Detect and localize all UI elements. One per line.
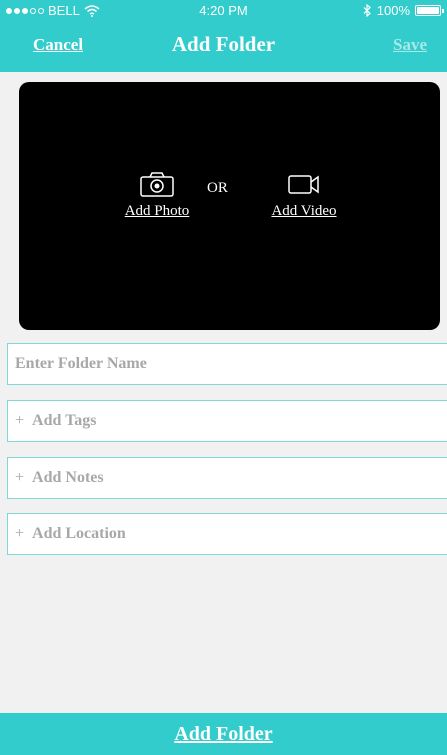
add-video-label: Add Video xyxy=(271,203,337,219)
add-photo-button[interactable]: Add Photo xyxy=(110,171,204,220)
or-separator: OR xyxy=(207,180,228,196)
media-options: Add Photo OR Add Video xyxy=(19,171,440,231)
status-bar: BELL 4:20 PM 100% xyxy=(0,0,447,22)
save-button[interactable]: Save xyxy=(393,35,427,55)
header: BELL 4:20 PM 100% Cancel Add Folder Save xyxy=(0,0,447,72)
battery-icon xyxy=(415,5,444,16)
media-preview: Add Photo OR Add Video xyxy=(19,82,440,330)
add-notes-label: Add Notes xyxy=(32,469,104,486)
add-photo-label: Add Photo xyxy=(124,203,190,219)
add-folder-button[interactable]: Add Folder xyxy=(0,713,447,755)
add-tags-label: Add Tags xyxy=(32,412,97,429)
status-right: 100% xyxy=(363,3,444,18)
nav-bar: Cancel Add Folder Save xyxy=(0,30,447,64)
plus-icon: + xyxy=(15,525,25,542)
battery-percent: 100% xyxy=(376,3,410,18)
video-camera-icon xyxy=(288,175,319,194)
add-video-button[interactable]: Add Video xyxy=(257,171,351,220)
add-location-label: Add Location xyxy=(32,525,126,542)
add-location-field[interactable]: + Add Location xyxy=(7,513,447,555)
folder-name-field[interactable] xyxy=(7,343,447,385)
bluetooth-icon xyxy=(363,4,371,17)
page-title: Add Folder xyxy=(171,32,276,56)
add-notes-field[interactable]: + Add Notes xyxy=(7,457,447,499)
plus-icon: + xyxy=(15,469,25,486)
camera-icon xyxy=(140,172,174,197)
plus-icon: + xyxy=(15,412,25,429)
folder-name-input[interactable] xyxy=(15,355,447,373)
add-tags-field[interactable]: + Add Tags xyxy=(7,400,447,442)
